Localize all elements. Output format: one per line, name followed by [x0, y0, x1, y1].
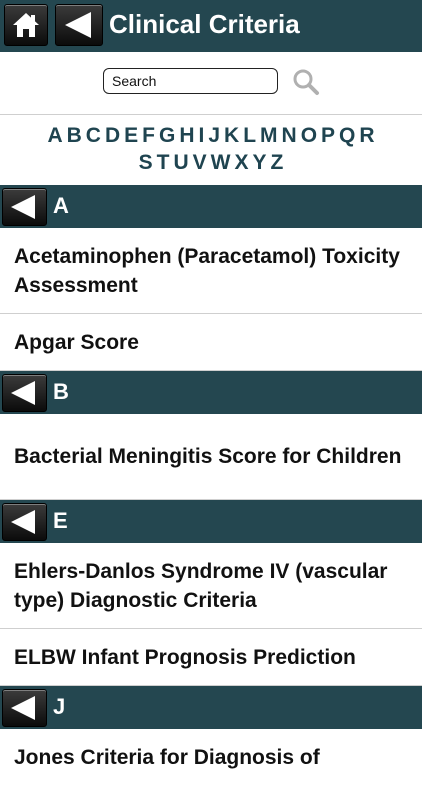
alphabet-row-2: STUVWXYZ [0, 149, 422, 176]
section-header-a: A [0, 185, 422, 228]
alphabet-row-1: ABCDEFGHIJKLMNOPQR [0, 122, 422, 149]
section-letter: J [53, 694, 66, 719]
index-letter-e[interactable]: E [124, 122, 138, 149]
list-item[interactable]: Ehlers-Danlos Syndrome IV (vascular type… [0, 543, 422, 629]
index-letter-l[interactable]: L [243, 122, 256, 149]
index-letter-v[interactable]: V [193, 149, 207, 176]
home-button[interactable] [4, 4, 48, 46]
index-letter-f[interactable]: F [142, 122, 155, 149]
list-item-label: ELBW Infant Prognosis Prediction [14, 645, 356, 669]
back-arrow-icon [11, 195, 35, 219]
back-arrow-icon [11, 696, 35, 720]
section-back-button[interactable] [2, 188, 47, 226]
list-item-label: Apgar Score [14, 330, 139, 354]
index-letter-t[interactable]: T [157, 149, 170, 176]
list-item[interactable]: Apgar Score [0, 314, 422, 371]
index-letter-a[interactable]: A [47, 122, 62, 149]
section-header-b: B [0, 371, 422, 414]
list-item-label: Ehlers-Danlos Syndrome IV (vascular type… [14, 559, 388, 612]
index-letter-s[interactable]: S [139, 149, 153, 176]
home-icon [13, 13, 39, 37]
index-letter-c[interactable]: C [86, 122, 101, 149]
section-letter: E [53, 508, 68, 533]
page-title: Clinical Criteria [109, 9, 300, 39]
index-letter-y[interactable]: Y [253, 149, 267, 176]
index-letter-o[interactable]: O [301, 122, 317, 149]
index-letter-d[interactable]: D [105, 122, 120, 149]
index-letter-x[interactable]: X [235, 149, 249, 176]
section-back-button[interactable] [2, 689, 47, 727]
index-letter-i[interactable]: I [198, 122, 204, 149]
back-arrow-icon [11, 510, 35, 534]
index-letter-r[interactable]: R [359, 122, 374, 149]
back-button[interactable] [55, 4, 103, 46]
index-letter-w[interactable]: W [211, 149, 231, 176]
search-bar [0, 52, 422, 114]
section-header-e: E [0, 500, 422, 543]
index-letter-m[interactable]: M [260, 122, 278, 149]
section-back-button[interactable] [2, 503, 47, 541]
index-letter-j[interactable]: J [208, 122, 220, 149]
list-item[interactable]: ELBW Infant Prognosis Prediction [0, 629, 422, 686]
index-letter-g[interactable]: G [159, 122, 175, 149]
search-icon[interactable] [292, 68, 320, 96]
divider [0, 114, 422, 115]
list-item-label: Jones Criteria for Diagnosis of [14, 746, 320, 769]
back-arrow-icon [65, 12, 91, 38]
list-item-label: Acetaminophen (Paracetamol) Toxicity Ass… [14, 244, 400, 297]
index-letter-b[interactable]: B [67, 122, 82, 149]
section-letter: B [53, 379, 69, 404]
back-arrow-icon [11, 381, 35, 405]
section-header-j: J [0, 686, 422, 729]
index-letter-q[interactable]: Q [339, 122, 355, 149]
section-back-button[interactable] [2, 374, 47, 412]
list-item[interactable]: Jones Criteria for Diagnosis of [0, 729, 422, 789]
index-letter-k[interactable]: K [224, 122, 239, 149]
list-item-label: Bacterial Meningitis Score for Children [14, 445, 402, 468]
index-letter-n[interactable]: N [282, 122, 297, 149]
nav-bar: Clinical Criteria [0, 0, 422, 53]
index-letter-u[interactable]: U [173, 149, 188, 176]
alphabet-index: ABCDEFGHIJKLMNOPQR STUVWXYZ [0, 122, 422, 182]
index-letter-h[interactable]: H [179, 122, 194, 149]
index-letter-z[interactable]: Z [271, 149, 284, 176]
section-letter: A [53, 193, 69, 218]
index-letter-p[interactable]: P [321, 122, 335, 149]
list-item[interactable]: Bacterial Meningitis Score for Children [0, 414, 422, 500]
search-input[interactable] [103, 68, 278, 94]
list-item[interactable]: Acetaminophen (Paracetamol) Toxicity Ass… [0, 228, 422, 314]
